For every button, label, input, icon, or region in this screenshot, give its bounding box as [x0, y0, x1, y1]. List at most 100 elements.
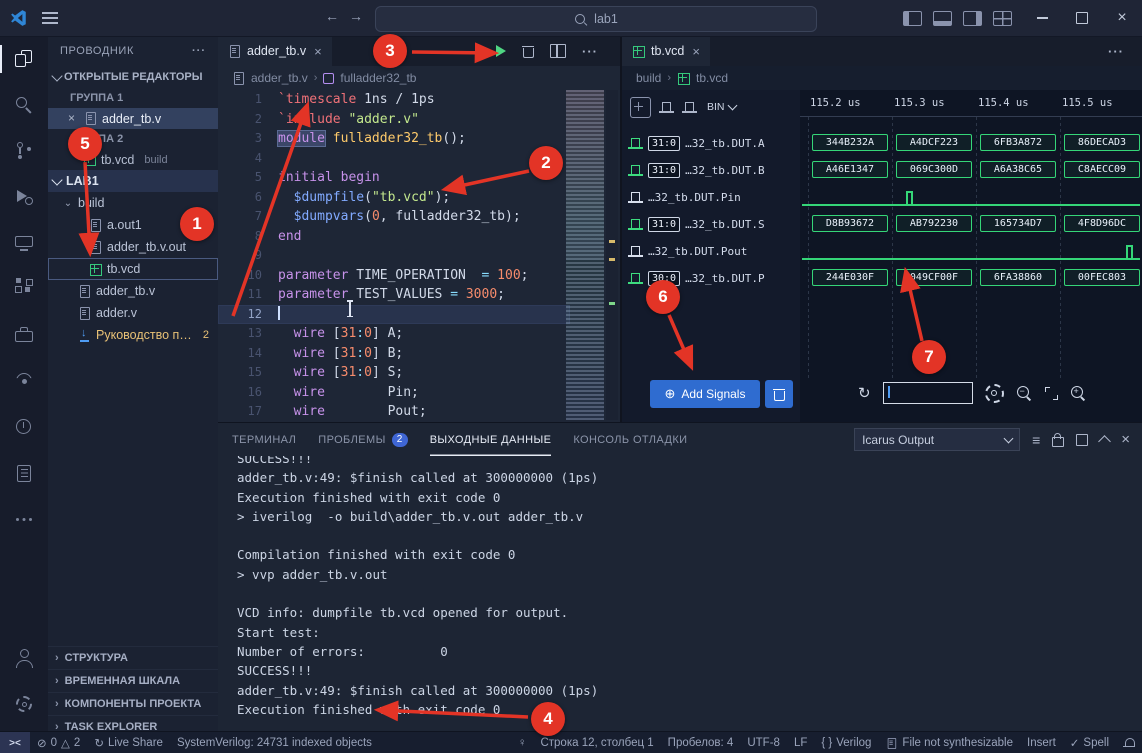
settings-icon[interactable]: [0, 681, 48, 727]
problems-status[interactable]: ⊘ 0 △ 2: [30, 732, 87, 753]
remove-signals-button[interactable]: [765, 380, 793, 408]
tree-item[interactable]: Руководство по ...2: [48, 324, 218, 346]
spell-status[interactable]: ✓ Spell: [1063, 732, 1116, 753]
sidebar-section-структура[interactable]: ›СТРУКТУРА: [48, 646, 218, 669]
filter-icon[interactable]: ≡: [1032, 432, 1040, 448]
sidebar-section-task-explorer[interactable]: ›TASK EXPLORER: [48, 715, 218, 731]
input-mode-status[interactable]: Insert: [1020, 732, 1063, 753]
trash-icon[interactable]: [522, 45, 534, 58]
back-arrow-icon[interactable]: ←: [322, 8, 342, 24]
more-icon[interactable]: [0, 496, 48, 542]
live-share-status[interactable]: ↻ Live Share: [87, 732, 170, 753]
signal-item[interactable]: …32_tb.DUT.Pout: [622, 238, 800, 265]
toggle-secondary-sidebar-icon[interactable]: [963, 11, 982, 26]
history-icon[interactable]: [0, 404, 48, 450]
add-marker-icon[interactable]: [630, 97, 651, 118]
open-editors-header[interactable]: ОТКРЫТЫЕ РЕДАКТОРЫ: [48, 66, 218, 88]
wave-style-icon[interactable]: [659, 102, 674, 113]
fit-view-icon[interactable]: [1045, 387, 1058, 400]
signal-item[interactable]: 30:0…32_tb.DUT.P: [622, 265, 800, 292]
tree-item[interactable]: adder.v: [48, 302, 218, 324]
customize-layout-icon[interactable]: [993, 11, 1012, 26]
indentation-status[interactable]: Пробелов: 4: [661, 732, 741, 753]
explorer-icon[interactable]: [0, 36, 48, 82]
remote-explorer-icon[interactable]: [0, 220, 48, 266]
timestamp-input[interactable]: [883, 382, 973, 404]
breadcrumb-file[interactable]: adder_tb.v: [251, 71, 308, 85]
command-center-search[interactable]: lab1: [375, 6, 817, 32]
panel-tab[interactable]: ВЫХОДНЫЕ ДАННЫЕ: [430, 423, 552, 456]
close-icon[interactable]: ×: [68, 113, 79, 124]
output-view[interactable]: SUCCESS!!!adder_tb.v:49: $finish called …: [218, 456, 1136, 732]
tab-tb-vcd[interactable]: tb.vcd ×: [622, 36, 710, 66]
more-actions-icon[interactable]: ···: [1108, 44, 1124, 59]
minimap[interactable]: [566, 90, 604, 420]
close-icon[interactable]: ×: [692, 44, 700, 59]
tree-item[interactable]: ⌄build: [48, 192, 218, 214]
extensions-icon[interactable]: [0, 266, 48, 312]
lock-icon[interactable]: [1052, 437, 1064, 447]
run-debug-icon[interactable]: [0, 174, 48, 220]
synthesizable-status[interactable]: File not synthesizable: [878, 732, 1020, 753]
project-manager-icon[interactable]: [0, 312, 48, 358]
breadcrumb-folder[interactable]: build: [636, 71, 661, 85]
live-share-icon[interactable]: [0, 358, 48, 404]
window-maximize-button[interactable]: [1062, 0, 1102, 36]
workspace-root[interactable]: LAB1: [48, 170, 218, 192]
close-icon[interactable]: ×: [314, 44, 322, 59]
tree-item[interactable]: adder_tb.v.out: [48, 236, 218, 258]
eol-status[interactable]: LF: [787, 732, 814, 753]
menu-icon[interactable]: [42, 12, 58, 24]
symbol-indicator[interactable]: ♀: [511, 732, 534, 753]
output-channel-select[interactable]: Icarus Output: [854, 428, 1020, 451]
panel-tab[interactable]: ТЕРМИНАЛ: [232, 423, 296, 456]
maximize-panel-icon[interactable]: [1098, 435, 1111, 448]
breadcrumb-symbol[interactable]: fulladder32_tb: [340, 71, 416, 85]
panel-tab[interactable]: ПРОБЛЕМЫ2: [318, 423, 407, 456]
tree-item[interactable]: tb.vcd: [48, 258, 218, 280]
signal-item[interactable]: …32_tb.DUT.Pin: [622, 184, 800, 211]
toggle-sidebar-icon[interactable]: [903, 11, 922, 26]
zoom-in-icon[interactable]: +: [1070, 385, 1087, 402]
forward-arrow-icon[interactable]: →: [346, 8, 366, 24]
encoding-status[interactable]: UTF-8: [740, 732, 787, 753]
open-editor-item[interactable]: × adder_tb.v: [48, 108, 218, 129]
overview-ruler[interactable]: [606, 90, 618, 420]
sidebar-section-компоненты-проекта[interactable]: ›КОМПОНЕНТЫ ПРОЕКТА: [48, 692, 218, 715]
radix-select[interactable]: BIN: [707, 101, 736, 113]
gear-icon[interactable]: [985, 384, 1004, 403]
signal-item[interactable]: 31:0…32_tb.DUT.S: [622, 211, 800, 238]
add-signals-button[interactable]: ⊕ Add Signals: [650, 380, 760, 408]
wave-style-icon[interactable]: [682, 102, 697, 113]
more-actions-icon[interactable]: ···: [582, 44, 598, 59]
panel-tab[interactable]: КОНСОЛЬ ОТЛАДКИ: [573, 423, 687, 456]
search-icon[interactable]: [0, 82, 48, 128]
tree-item[interactable]: a.out1: [48, 214, 218, 236]
language-status[interactable]: SystemVerilog: 24731 indexed objects: [170, 732, 379, 753]
source-control-icon[interactable]: [0, 128, 48, 174]
sidebar-more-icon[interactable]: ···: [192, 45, 206, 57]
breadcrumb-file[interactable]: tb.vcd: [696, 71, 728, 85]
window-close-button[interactable]: ×: [1102, 0, 1142, 36]
code-editor[interactable]: 1`timescale 1ns / 1ps2`include "adder.v"…: [218, 90, 570, 422]
waveform-canvas[interactable]: 115.2 us115.3 us115.4 us115.5 us 344B232…: [800, 90, 1142, 422]
window-minimize-button[interactable]: [1022, 0, 1062, 36]
cursor-position[interactable]: Строка 12, столбец 1: [533, 732, 660, 753]
split-editor-icon[interactable]: [550, 44, 566, 58]
remote-indicator[interactable]: ><: [0, 732, 30, 753]
tree-item[interactable]: adder_tb.v: [48, 280, 218, 302]
toggle-panel-icon[interactable]: [933, 11, 952, 26]
run-button[interactable]: [496, 45, 506, 57]
notifications-bell[interactable]: [1116, 732, 1142, 753]
close-panel-icon[interactable]: ×: [1121, 431, 1130, 448]
zoom-out-icon[interactable]: −: [1016, 385, 1033, 402]
open-editor-item[interactable]: tb.vcd build: [48, 149, 218, 170]
signal-item[interactable]: 31:0…32_tb.DUT.A: [622, 130, 800, 157]
account-icon[interactable]: [0, 635, 48, 681]
sidebar-section-временная-шкала[interactable]: ›ВРЕМЕННАЯ ШКАЛА: [48, 669, 218, 692]
notebook-icon[interactable]: [0, 450, 48, 496]
tab-adder-tb[interactable]: adder_tb.v ×: [218, 36, 332, 66]
signal-item[interactable]: 31:0…32_tb.DUT.B: [622, 157, 800, 184]
refresh-icon[interactable]: ↻: [858, 386, 871, 401]
open-in-editor-icon[interactable]: [1076, 434, 1088, 446]
